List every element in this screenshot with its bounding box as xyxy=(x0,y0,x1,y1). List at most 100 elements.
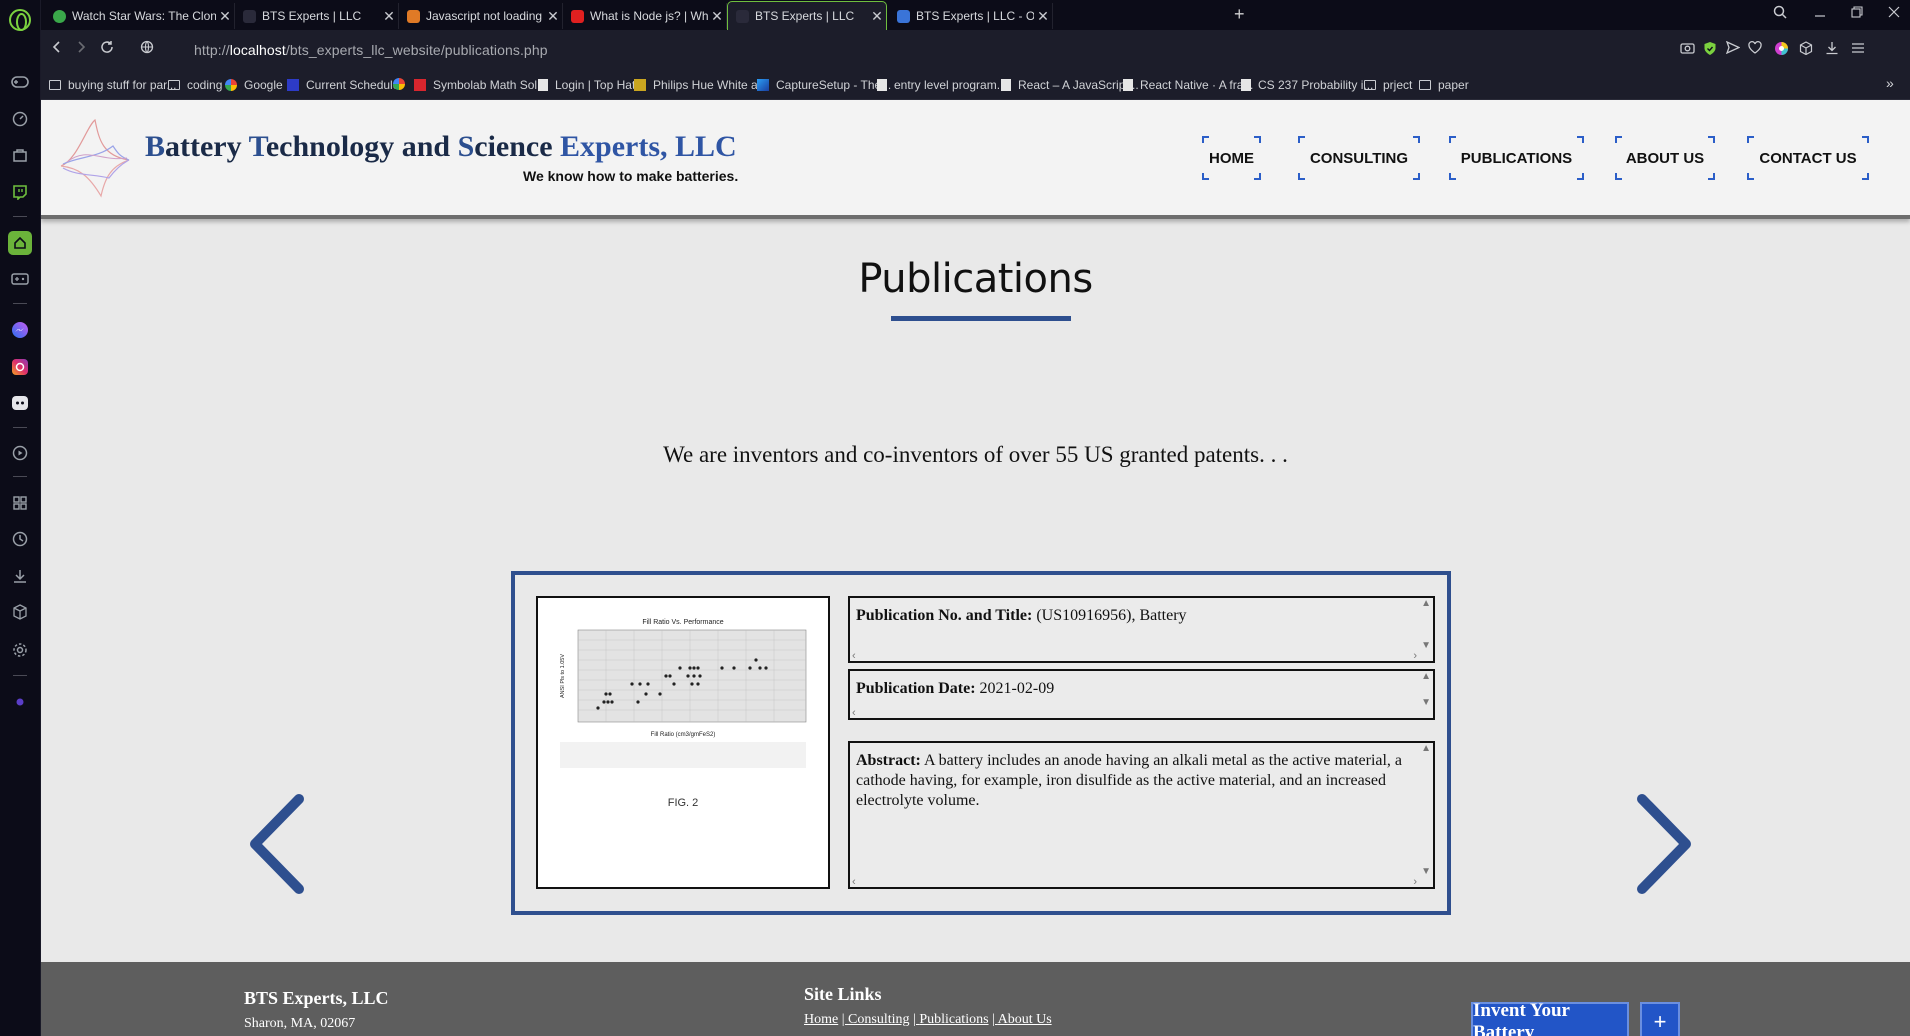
scroll-down-icon[interactable]: ▼ xyxy=(1421,697,1431,708)
bookmark-link[interactable]: CaptureSetup - The... xyxy=(757,78,891,92)
instagram-icon[interactable] xyxy=(8,355,32,379)
footer-link-consulting[interactable]: Consulting xyxy=(848,1012,909,1027)
bookmark-link[interactable]: entry level program... xyxy=(877,78,1007,92)
close-icon[interactable]: ✕ xyxy=(708,8,726,25)
history-clock-icon[interactable] xyxy=(8,527,32,551)
scroll-down-icon[interactable]: ▼ xyxy=(1421,866,1431,877)
bookmark-link[interactable] xyxy=(393,78,412,90)
close-icon[interactable]: ✕ xyxy=(868,8,886,25)
bookmark-link[interactable]: Philips Hue White a... xyxy=(634,78,768,92)
scroll-right-icon[interactable]: › xyxy=(1413,651,1417,662)
url-field[interactable]: http://localhost/bts_experts_llc_website… xyxy=(194,42,548,58)
player-icon[interactable] xyxy=(8,441,32,465)
close-icon[interactable]: ✕ xyxy=(216,8,234,25)
scroll-up-icon[interactable]: ▲ xyxy=(1421,743,1431,754)
close-icon[interactable]: ✕ xyxy=(544,8,562,25)
extensions-cube-icon[interactable] xyxy=(8,600,32,624)
invent-your-battery-button[interactable]: Invent Your Battery xyxy=(1471,1000,1629,1036)
scroll-right-icon[interactable]: › xyxy=(1413,877,1417,888)
heart-icon[interactable] xyxy=(1748,41,1762,57)
browser-tab[interactable]: Javascript not loading on o ✕ xyxy=(399,3,563,29)
horizontal-scrollbar[interactable]: ‹ › xyxy=(850,651,1433,662)
adblock-shield-icon[interactable] xyxy=(1703,41,1717,59)
scroll-down-icon[interactable]: ▼ xyxy=(1421,640,1431,651)
back-icon[interactable] xyxy=(51,40,63,59)
publication-number-box[interactable]: Publication No. and Title: (US10916956),… xyxy=(848,596,1435,663)
bookmark-folder[interactable]: buying stuff for par... xyxy=(49,78,177,92)
publication-abstract-box[interactable]: Abstract: A battery includes an anode ha… xyxy=(848,741,1435,889)
bookmark-link[interactable]: Symbolab Math Sol... xyxy=(414,78,547,92)
expand-plus-button[interactable]: + xyxy=(1640,1002,1680,1036)
nav-publications[interactable]: PUBLICATIONS xyxy=(1449,136,1584,180)
nav-consulting[interactable]: CONSULTING xyxy=(1298,136,1420,180)
gamepad-icon[interactable] xyxy=(8,70,32,94)
scroll-up-icon[interactable]: ▲ xyxy=(1421,671,1431,682)
bookmark-link[interactable]: Login | Top Hat xyxy=(538,78,635,92)
more-bookmarks-button[interactable]: » xyxy=(1886,75,1894,91)
bookmark-link[interactable]: React – A JavaScript... xyxy=(1001,78,1139,92)
bookmark-folder[interactable]: coding xyxy=(168,78,222,92)
bookmark-link[interactable]: React Native · A fra... xyxy=(1123,78,1253,92)
game-controller-icon[interactable] xyxy=(8,267,32,291)
more-dots-icon[interactable] xyxy=(8,690,32,714)
downloads-icon[interactable] xyxy=(8,564,32,588)
horizontal-scrollbar[interactable]: ‹ xyxy=(850,708,1433,719)
browser-tab[interactable]: BTS Experts | LLC - Opera ✕ xyxy=(889,3,1053,29)
next-arrow-icon[interactable] xyxy=(1634,793,1696,895)
nav-home[interactable]: HOME xyxy=(1202,136,1261,180)
search-tabs-icon[interactable] xyxy=(1773,5,1787,22)
close-window-icon[interactable] xyxy=(1888,5,1900,21)
vertical-scrollbar[interactable]: ▲ ▼ xyxy=(1419,671,1433,708)
new-tab-button[interactable]: + xyxy=(1234,4,1245,25)
previous-arrow-icon[interactable] xyxy=(245,793,307,895)
site-info-globe-icon[interactable] xyxy=(140,40,154,59)
home-icon[interactable] xyxy=(8,231,32,255)
footer-link-home[interactable]: Home xyxy=(804,1012,838,1027)
bookmark-label: Google xyxy=(244,78,283,92)
shop-bag-icon[interactable] xyxy=(8,143,32,167)
scroll-left-icon[interactable]: ‹ xyxy=(852,877,856,888)
browser-tab[interactable]: Watch Star Wars: The Clone ✕ xyxy=(45,3,235,29)
close-icon[interactable]: ✕ xyxy=(380,8,398,25)
download-icon[interactable] xyxy=(1825,41,1839,58)
discord-icon[interactable] xyxy=(8,391,32,415)
footer-link-publications[interactable]: Publications xyxy=(919,1012,988,1027)
twitch-icon[interactable] xyxy=(8,180,32,204)
site-favicon-icon xyxy=(243,9,256,23)
brand-name[interactable]: Battery Technology and Science Experts, … xyxy=(145,130,737,164)
restore-icon[interactable] xyxy=(1851,5,1863,21)
browser-tab[interactable]: What is Node js? | Why it is ✕ xyxy=(563,3,727,29)
nav-about-us[interactable]: ABOUT US xyxy=(1615,136,1715,180)
bookmark-link[interactable]: Current Schedule xyxy=(287,78,399,92)
messenger-icon[interactable] xyxy=(8,318,32,342)
bookmark-folder[interactable]: paper xyxy=(1419,78,1469,92)
forward-icon[interactable] xyxy=(75,40,87,59)
speed-dial-icon[interactable] xyxy=(8,107,32,131)
vertical-scrollbar[interactable]: ▲ ▼ xyxy=(1419,598,1433,651)
minimize-icon[interactable] xyxy=(1814,5,1826,21)
bookmark-link[interactable]: CS 237 Probability i... xyxy=(1241,78,1373,92)
cube-icon[interactable] xyxy=(1799,41,1813,58)
logo-mark-icon[interactable] xyxy=(57,116,133,200)
horizontal-scrollbar[interactable]: ‹ › xyxy=(850,877,1433,888)
workspaces-icon[interactable] xyxy=(8,491,32,515)
camera-icon[interactable] xyxy=(1680,41,1695,57)
browser-tab[interactable]: BTS Experts | LLC ✕ xyxy=(235,3,399,29)
footer-link-about-us[interactable]: About Us xyxy=(998,1012,1052,1027)
opera-logo-icon[interactable] xyxy=(9,9,31,31)
nav-contact-us[interactable]: CONTACT US xyxy=(1747,136,1869,180)
publication-date-box[interactable]: Publication Date: 2021-02-09 ▲ ▼ ‹ xyxy=(848,669,1435,720)
scroll-up-icon[interactable]: ▲ xyxy=(1421,598,1431,609)
close-icon[interactable]: ✕ xyxy=(1034,8,1052,25)
scroll-left-icon[interactable]: ‹ xyxy=(852,708,856,719)
bookmark-folder[interactable]: prject xyxy=(1364,78,1412,92)
settings-gear-icon[interactable] xyxy=(8,638,32,662)
easy-setup-menu-icon[interactable] xyxy=(1851,41,1865,57)
send-icon[interactable] xyxy=(1725,40,1741,57)
scroll-left-icon[interactable]: ‹ xyxy=(852,651,856,662)
reload-icon[interactable] xyxy=(100,40,114,59)
browser-tab-active[interactable]: BTS Experts | LLC ✕ xyxy=(727,1,887,30)
bookmark-link[interactable]: Google xyxy=(225,78,283,92)
vertical-scrollbar[interactable]: ▲ ▼ xyxy=(1419,743,1433,877)
color-picker-icon[interactable] xyxy=(1774,41,1789,59)
